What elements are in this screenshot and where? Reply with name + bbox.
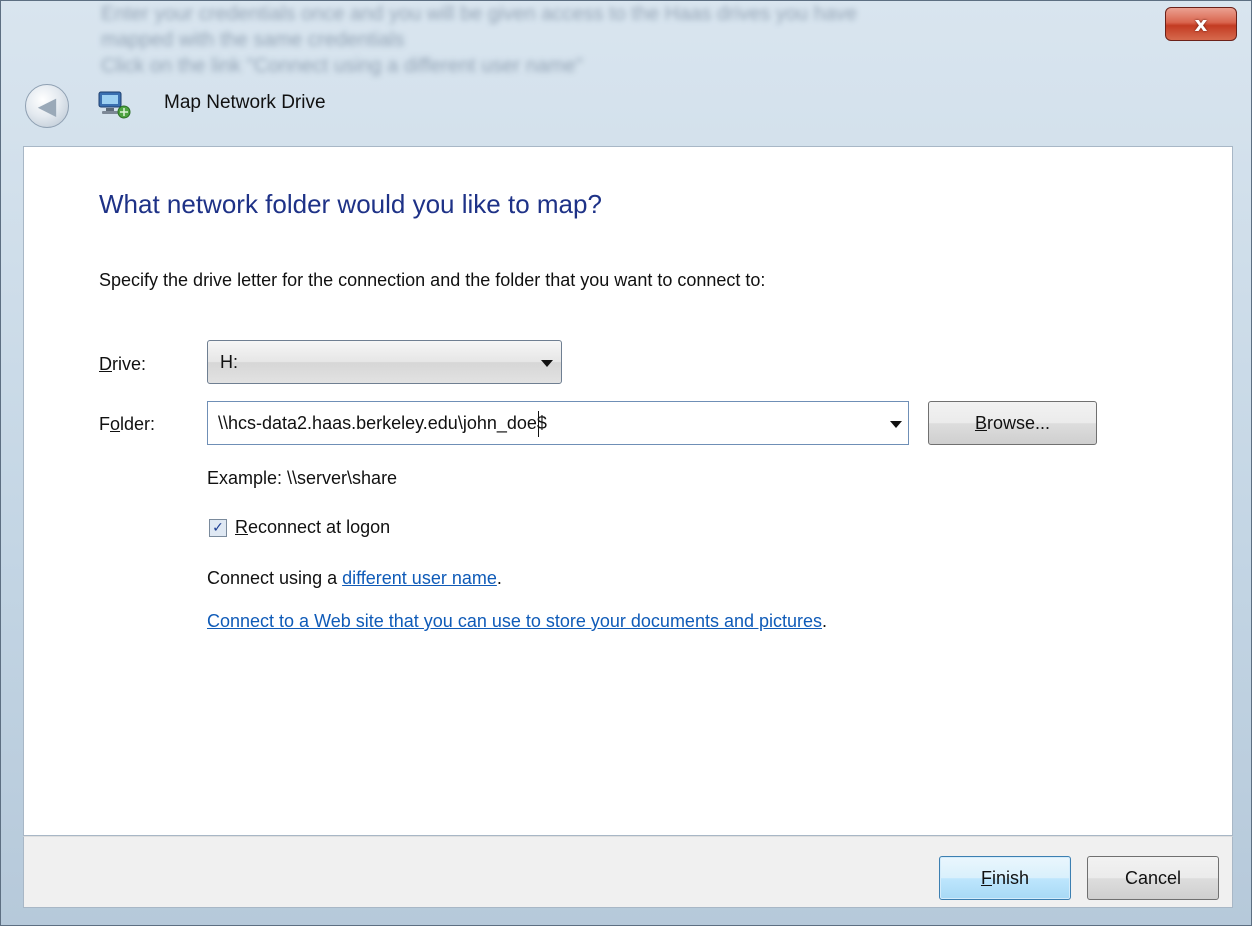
instructions-text: Specify the drive letter for the connect… (99, 270, 766, 290)
chevron-down-icon[interactable] (890, 421, 902, 428)
reconnect-label-accelerator: R (235, 517, 248, 537)
back-button[interactable]: ◀ (25, 84, 69, 128)
checkmark-icon: ✓ (212, 520, 224, 536)
reconnect-label-text: econnect at logon (248, 517, 391, 537)
dialog-window: Enter your credentials once and you will… (0, 0, 1252, 926)
cancel-button[interactable]: Cancel (1087, 856, 1219, 900)
different-user-name-link[interactable]: different user name (342, 568, 497, 588)
background-text-line: Enter your credentials once and you will… (101, 3, 857, 25)
folder-input-value: \\hcs-data2.haas.berkeley.edu\john_doe$ (218, 413, 547, 433)
cancel-button-label: Cancel (1124, 867, 1182, 888)
browse-button-label: rowse... (986, 412, 1051, 433)
drive-label-text: rive: (112, 354, 147, 374)
close-button[interactable]: x (1165, 7, 1237, 41)
background-window-text: Enter your credentials once and you will… (101, 1, 1001, 141)
folder-label-start: F (99, 414, 110, 434)
back-arrow-icon: ◀ (37, 92, 57, 120)
example-text: Example: \\server\share (207, 468, 398, 488)
connect-using-prefix: Connect using a (207, 568, 343, 588)
folder-input[interactable]: \\hcs-data2.haas.berkeley.edu\john_doe$ (207, 401, 909, 445)
folder-label-accelerator: o (110, 414, 121, 434)
finish-button-label: inish (991, 867, 1030, 888)
web-site-suffix: . (822, 611, 828, 631)
window-title: Map Network Drive (164, 92, 326, 113)
drive-label: Drive: (99, 354, 146, 375)
finish-button-accelerator: F (980, 867, 992, 888)
folder-label-end: lder: (120, 414, 156, 434)
background-text-line: Click on the link "Connect using a diffe… (101, 55, 583, 77)
connect-using-suffix: . (496, 568, 502, 588)
chevron-down-icon (541, 360, 553, 367)
finish-button[interactable]: Finish (939, 856, 1071, 900)
browse-button-accelerator: B (974, 412, 987, 433)
connect-using-text: Connect using a different user name. (207, 568, 502, 589)
reconnect-checkbox[interactable]: ✓ (209, 519, 227, 537)
browse-button[interactable]: Browse... (928, 401, 1097, 445)
web-site-text: Connect to a Web site that you can use t… (207, 611, 827, 632)
drive-label-accelerator: D (99, 354, 112, 374)
drive-dropdown-value: H: (220, 352, 238, 372)
folder-label: Folder: (99, 414, 155, 435)
page-heading: What network folder would you like to ma… (99, 189, 602, 219)
network-drive-icon (98, 91, 131, 119)
drive-dropdown[interactable]: H: (207, 340, 562, 384)
close-icon: x (1194, 12, 1208, 36)
background-text-line: mapped with the same credentials (101, 29, 405, 51)
wizard-content-area (23, 146, 1233, 836)
text-cursor (538, 411, 539, 437)
web-site-link[interactable]: Connect to a Web site that you can use t… (207, 611, 822, 631)
reconnect-label[interactable]: Reconnect at logon (235, 517, 390, 538)
